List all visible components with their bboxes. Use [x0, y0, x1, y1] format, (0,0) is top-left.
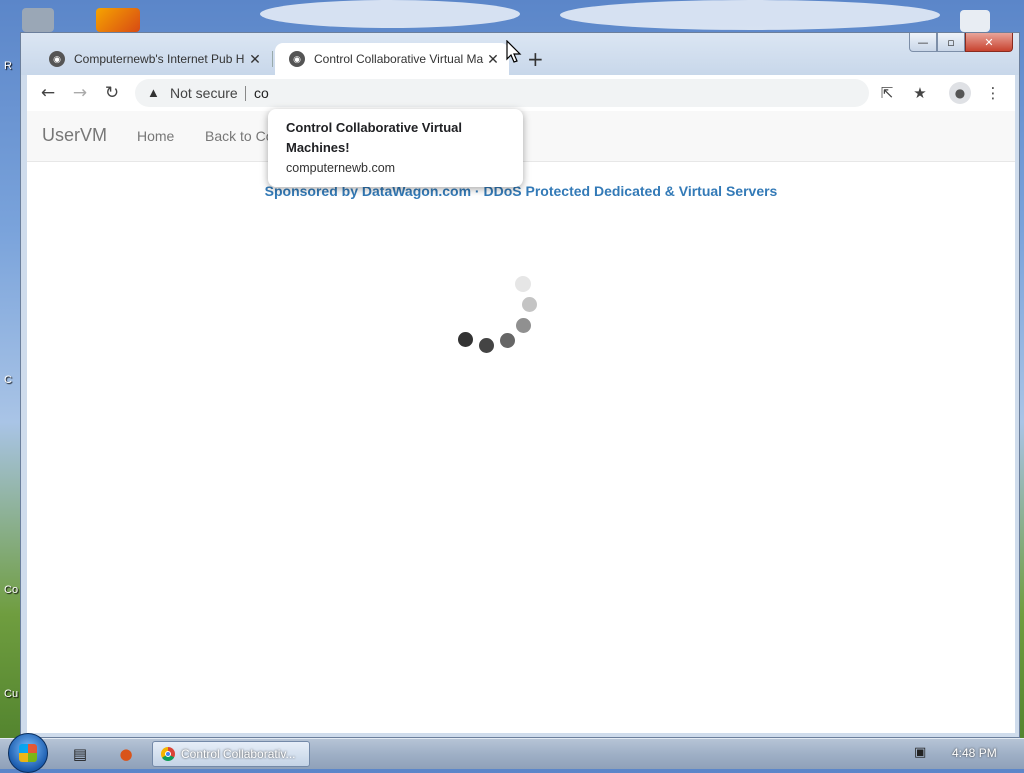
recycle-bin-icon[interactable]	[22, 8, 54, 32]
spinner-dot	[479, 338, 494, 353]
tab-close-icon[interactable]: ✕	[485, 51, 501, 68]
back-button[interactable]: ←	[35, 81, 61, 105]
profile-icon[interactable]: ●	[949, 82, 971, 104]
spinner-dot	[500, 333, 515, 348]
hover-card-title: Control Collaborative Virtual Machines!	[286, 120, 463, 155]
file-explorer-icon[interactable]: ▤	[60, 742, 100, 766]
taskbar: ▤ ● Control Collaborativ... ▣ 4:48 PM	[0, 733, 1024, 773]
tab-separator	[272, 51, 273, 67]
network-tray-icon[interactable]: ▣	[914, 745, 926, 760]
desktop-cloud	[260, 0, 520, 28]
forward-button[interactable]: →	[67, 81, 93, 105]
restore-button[interactable]: ▫	[937, 33, 965, 52]
chrome-icon	[161, 747, 175, 761]
desktop-icon-label: C	[4, 374, 12, 386]
system-clock[interactable]: 4:48 PM	[952, 746, 997, 760]
desktop-icon-label: R	[4, 60, 12, 72]
start-button[interactable]	[8, 733, 48, 773]
hover-card-url: computernewb.com	[286, 161, 396, 175]
new-tab-button[interactable]: +	[527, 47, 544, 71]
firefox-icon[interactable]: ●	[106, 742, 146, 766]
mouse-favicon-icon: ◉	[289, 51, 305, 67]
desktop-file-icon[interactable]	[960, 10, 990, 32]
tab-computernewb-pub[interactable]: ◉ Computernewb's Internet Pub H ✕	[35, 43, 271, 75]
spinner-dot	[516, 318, 531, 333]
share-icon[interactable]: ⇱	[875, 81, 899, 105]
mouse-cursor-icon	[506, 40, 522, 63]
browser-window: — ▫ ✕ ◉ Computernewb's Internet Pub H ✕ …	[20, 32, 1020, 738]
bookmark-star-icon[interactable]: ★	[908, 81, 932, 105]
tab-close-icon[interactable]: ✕	[247, 51, 263, 68]
desktop-cloud	[560, 0, 940, 30]
windows-logo-icon	[19, 744, 37, 762]
taskbar-task-label: Control Collaborativ...	[181, 747, 296, 761]
web-page: UserVM Home Back to Co Sponsored by Data…	[27, 111, 1015, 733]
desktop-app-icon[interactable]	[96, 8, 140, 32]
taskbar-chrome-task[interactable]: Control Collaborativ...	[152, 741, 310, 767]
desktop-icon-label: Cu	[4, 688, 19, 700]
browser-toolbar: ← → ↻ ▲ Not secure co ⇱ ★ ● ⋮	[27, 75, 1015, 111]
security-status[interactable]: Not secure	[170, 85, 238, 101]
url-text[interactable]: co	[254, 85, 269, 101]
desktop-icon-label: Co	[4, 584, 19, 596]
warning-icon[interactable]: ▲	[147, 85, 160, 100]
tab-title: Computernewb's Internet Pub H	[74, 52, 245, 66]
address-bar[interactable]: ▲ Not secure co	[135, 79, 869, 107]
tab-control-collaborative[interactable]: ◉ Control Collaborative Virtual Ma ✕	[275, 43, 509, 75]
spinner-dot	[522, 297, 537, 312]
spinner-dot	[515, 276, 531, 292]
spinner-dot	[458, 332, 473, 347]
tab-hover-card: Control Collaborative Virtual Machines! …	[268, 109, 523, 187]
address-divider	[245, 86, 246, 101]
mouse-favicon-icon: ◉	[49, 51, 65, 67]
reload-button[interactable]: ↻	[99, 81, 125, 105]
window-controls: — ▫ ✕	[909, 33, 1013, 52]
minimize-button[interactable]: —	[909, 33, 937, 52]
close-window-button[interactable]: ✕	[965, 33, 1013, 52]
tab-title: Control Collaborative Virtual Ma	[314, 52, 484, 66]
browser-menu-icon[interactable]: ⋮	[981, 81, 1005, 105]
